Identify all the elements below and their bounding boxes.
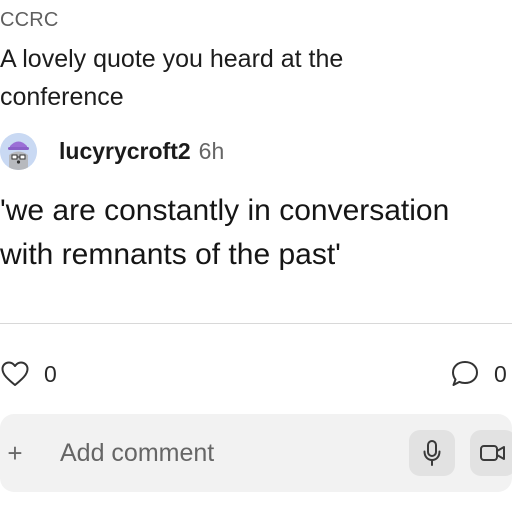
like-button[interactable]: 0 [0, 356, 57, 392]
post-body-line: with remnants of the past' [0, 238, 341, 271]
video-comment-button[interactable] [470, 430, 512, 476]
speech-bubble-icon [452, 361, 478, 386]
microphone-icon [423, 440, 441, 466]
like-count: 0 [44, 360, 57, 387]
post-body-line: 'we are constantly in conversation [0, 194, 450, 227]
author-row: lucyrycroft2 6h [0, 131, 224, 171]
comment-count-button[interactable]: 0 [450, 356, 507, 392]
post-actions: 0 0 [0, 356, 512, 392]
community-name[interactable]: CCRC [0, 9, 59, 32]
divider [0, 323, 512, 324]
comment-count: 0 [494, 360, 507, 387]
post-timestamp: 6h [198, 137, 225, 164]
heart-icon [1, 361, 29, 386]
video-camera-icon [480, 445, 505, 461]
prompt-text: A lovely quote you heard at the conferen… [0, 45, 344, 111]
avatar-illustration [0, 132, 37, 170]
add-attachment-button[interactable]: + [0, 438, 30, 468]
post-body: 'we are constantly in conversation with … [0, 189, 512, 277]
comment-composer: + [0, 414, 512, 492]
comment-input[interactable] [60, 433, 390, 473]
post-detail: CCRC A lovely quote you heard at the con… [0, 0, 512, 512]
author-name[interactable]: lucyrycroft2 [59, 138, 191, 165]
voice-comment-button[interactable] [409, 430, 455, 476]
avatar[interactable] [0, 132, 37, 170]
